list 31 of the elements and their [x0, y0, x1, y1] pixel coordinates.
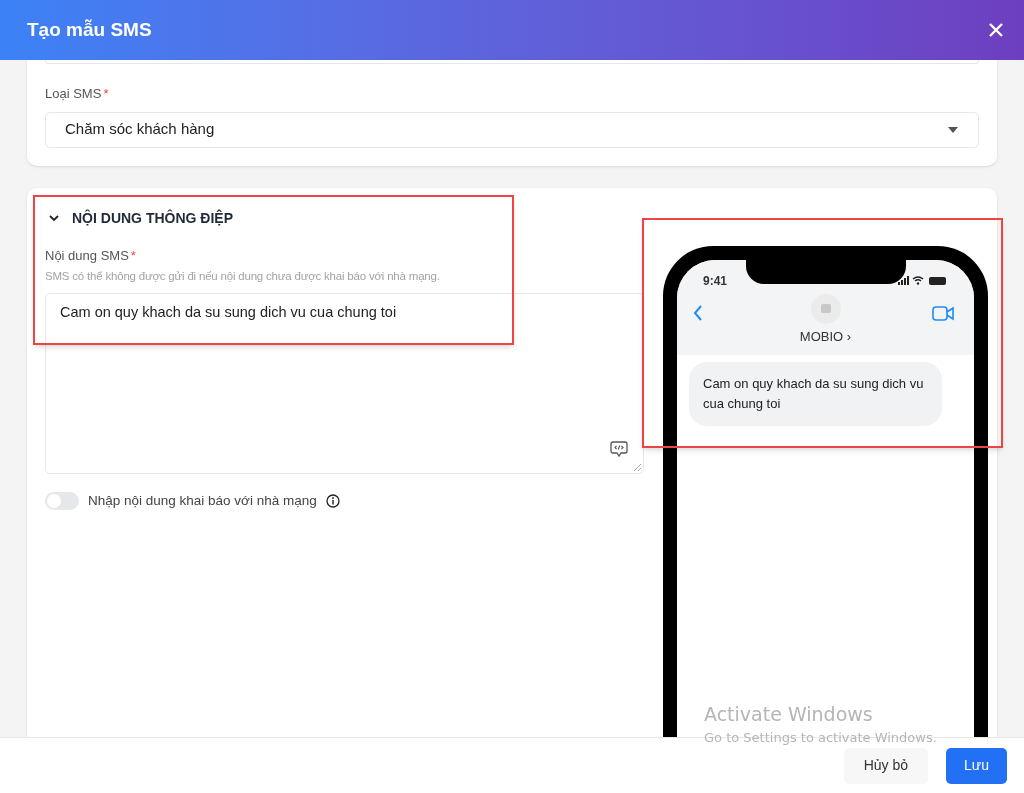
status-time: 9:41 [703, 272, 728, 290]
activation-notice-title: Activate Windows [704, 702, 874, 726]
select-value: Chăm sóc khách hàng [65, 119, 215, 140]
save-button[interactable]: Lưu [946, 747, 1007, 784]
video-camera-icon[interactable] [932, 305, 954, 321]
field-hint: SMS có thể không được gửi đi nếu nội dung chưa được khai báo với nhà mạng. [45, 269, 441, 284]
cancel-button[interactable]: Hủy bỏ [843, 747, 929, 784]
field-label: Loại SMS [45, 85, 102, 103]
chevron-icon [49, 214, 59, 222]
section-toggle[interactable]: NỘI DUNG THÔNG ĐIỆP [45, 207, 233, 229]
field-label: Nội dung SMS [45, 246, 129, 265]
activation-notice-text: Go to Settings to activate Windows. [704, 729, 937, 747]
status-icons [898, 275, 948, 286]
code-bubble-icon[interactable] [610, 440, 628, 459]
info-icon[interactable] [325, 494, 340, 509]
caret-icon [948, 126, 958, 133]
sms-type-select[interactable]: Chăm sóc khách hàng [45, 111, 979, 148]
dialog-title: Tạo mẫu SMS [27, 17, 152, 42]
sms-content-field[interactable]: Cam on quy khach da su sung dich vu cua chung toi [45, 293, 644, 475]
contact-name: MOBIO › [799, 327, 852, 346]
resize-handle-icon[interactable] [633, 463, 642, 473]
toggle-switch[interactable] [45, 492, 79, 511]
close-button[interactable] [988, 22, 1004, 38]
toggle-label: Nhập nội dung khai báo với nhà mạng [88, 492, 317, 511]
back-icon[interactable] [693, 304, 703, 321]
close-icon [988, 22, 1004, 38]
field-value: Cam on quy khach da su sung dich vu cua chung toi [60, 304, 397, 321]
contact-avatar [810, 293, 841, 324]
required-mark: * [103, 85, 109, 103]
message-bubble: Cam on quy khach da su sung dich vu cua chung toi [689, 361, 942, 426]
required-mark: * [130, 246, 136, 265]
